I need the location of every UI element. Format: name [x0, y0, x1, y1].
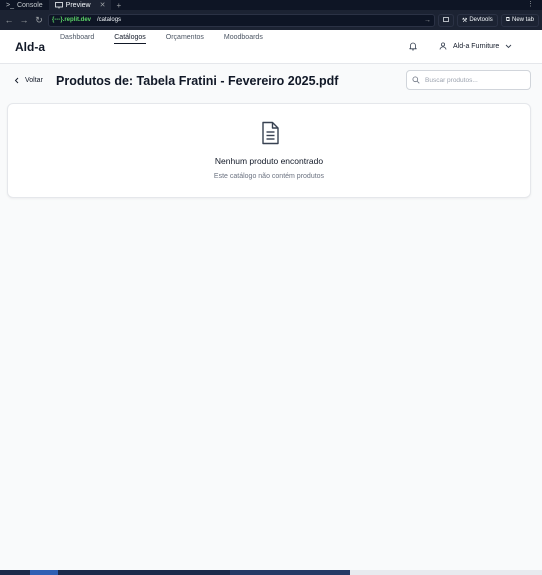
taskbar-start-segment[interactable] [30, 570, 58, 575]
url-bar: ← → ↻ {---}.replit.dev /catalogs → ⚒ Dev… [0, 10, 542, 30]
plus-icon[interactable]: + [111, 1, 126, 10]
screen-icon [443, 17, 449, 22]
url-field[interactable]: {---}.replit.dev /catalogs → [48, 13, 435, 27]
user-menu[interactable]: Ald-a Furniture [439, 42, 512, 50]
chevron-down-icon [505, 44, 512, 48]
ide-tab-strip: >_ Console Preview ✕ + ⋮ [0, 0, 542, 10]
terminal-icon: >_ [6, 1, 14, 9]
search-icon [412, 76, 420, 84]
monitor-icon [54, 1, 63, 8]
new-tab-icon: ⧉ [505, 16, 510, 23]
app-logo[interactable]: Ald-a [15, 40, 45, 54]
devtools-label: Devtools [469, 17, 493, 23]
user-name: Ald-a Furniture [453, 42, 500, 50]
taskbar-app-segment[interactable] [230, 570, 350, 575]
os-taskbar [0, 570, 542, 575]
app-preview: Ald-a Dashboard Catálogos Orçamentos Moo… [0, 30, 542, 570]
search-box[interactable] [406, 70, 531, 90]
reload-icon[interactable]: ↻ [33, 14, 45, 26]
chevron-left-icon [14, 77, 19, 84]
search-input[interactable] [425, 76, 525, 84]
app-header: Ald-a Dashboard Catálogos Orçamentos Moo… [0, 30, 542, 64]
taskbar-tray-segment [350, 570, 542, 575]
back-button[interactable]: Voltar [14, 77, 43, 84]
devtools-button[interactable]: ⚒ Devtools [456, 13, 498, 27]
page-titlebar: Voltar Produtos de: Tabela Fratini - Fev… [0, 64, 542, 100]
nav-catalogos[interactable]: Catálogos [114, 34, 146, 44]
main-nav: Dashboard Catálogos Orçamentos Moodboard… [60, 34, 263, 44]
nav-dashboard[interactable]: Dashboard [60, 34, 94, 44]
wrench-icon: ⚒ [461, 17, 468, 24]
tab-preview-label: Preview [65, 1, 91, 9]
document-icon [262, 121, 279, 145]
forward-arrow-icon[interactable]: → [18, 14, 30, 26]
nav-moodboards[interactable]: Moodboards [224, 34, 263, 44]
empty-state-title: Nenhum produto encontrado [214, 156, 324, 166]
tab-console[interactable]: >_ Console [0, 0, 49, 10]
new-tab-button[interactable]: ⧉ New tab [500, 13, 539, 27]
url-path: /catalogs [97, 17, 122, 23]
nav-orcamentos[interactable]: Orçamentos [166, 34, 204, 44]
open-external-icon[interactable]: → [424, 17, 431, 24]
back-label: Voltar [25, 77, 43, 84]
url-domain: {---}.replit.dev [52, 17, 92, 23]
user-icon [439, 42, 447, 50]
close-icon[interactable]: ✕ [100, 1, 106, 9]
back-arrow-icon[interactable]: ← [3, 14, 15, 26]
empty-state-subtitle: Este catálogo não contém produtos [213, 173, 325, 180]
more-icon[interactable]: ⋮ [527, 0, 534, 8]
empty-state-card: Nenhum produto encontrado Este catálogo … [7, 103, 531, 198]
bell-icon[interactable] [408, 41, 418, 51]
page-title: Produtos de: Tabela Fratini - Fevereiro … [56, 74, 339, 88]
screen-button[interactable] [437, 13, 454, 27]
tab-preview[interactable]: Preview ✕ [48, 0, 112, 10]
tab-console-label: Console [16, 1, 43, 9]
new-tab-label: New tab [511, 17, 534, 23]
